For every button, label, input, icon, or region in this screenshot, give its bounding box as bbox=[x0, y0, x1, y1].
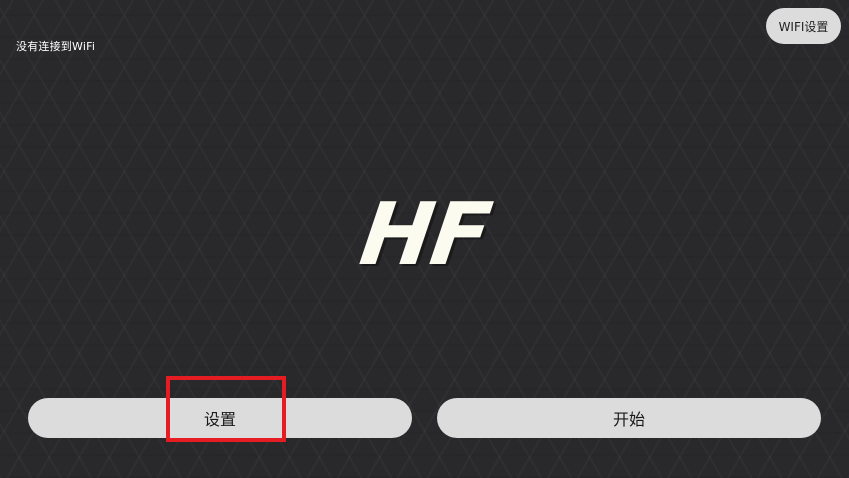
settings-button[interactable]: 设置 bbox=[28, 398, 412, 438]
app-logo: HF bbox=[354, 185, 496, 285]
wifi-status-text: 没有连接到WiFi bbox=[16, 40, 96, 53]
start-button[interactable]: 开始 bbox=[437, 398, 821, 438]
wifi-settings-button[interactable]: WIFI设置 bbox=[766, 8, 841, 44]
